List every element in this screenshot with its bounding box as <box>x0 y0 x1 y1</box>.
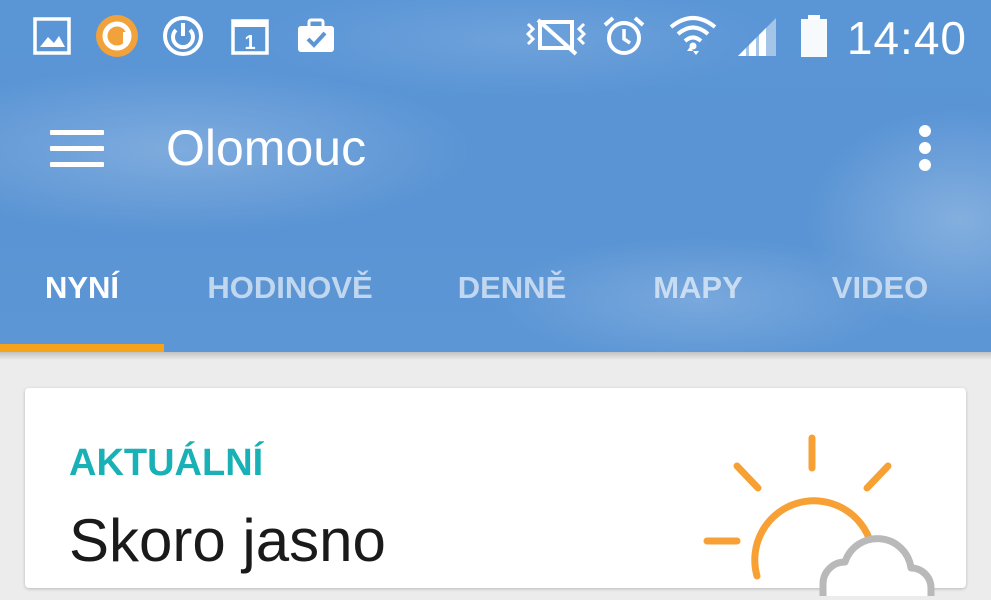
header-shadow <box>0 352 991 360</box>
calendar-day-text: 1 <box>244 32 255 54</box>
alarm-icon <box>602 14 646 58</box>
menu-button[interactable] <box>38 118 116 180</box>
vibrate-mute-icon <box>520 14 592 58</box>
briefcase-check-icon <box>294 14 338 58</box>
tab-hodinove[interactable]: HODINOVĚ <box>190 266 390 310</box>
wifi-icon <box>668 14 718 58</box>
status-time: 14:40 <box>846 12 967 64</box>
battery-icon <box>792 14 836 58</box>
current-label: AKTUÁLNÍ <box>69 442 264 484</box>
app-circle-icon <box>95 14 139 58</box>
tab-mapy[interactable]: MAPY <box>626 266 770 310</box>
status-bar: 1 14:40 <box>0 0 991 76</box>
signal-icon <box>734 14 778 58</box>
tab-nyni[interactable]: NYNÍ <box>0 266 164 310</box>
tab-denne[interactable]: DENNĚ <box>430 266 594 310</box>
power-sync-icon <box>161 14 205 58</box>
partly-sunny-icon <box>695 426 935 596</box>
location-title: Olomouc <box>166 120 367 176</box>
gallery-icon <box>30 14 74 58</box>
current-conditions-card[interactable]: AKTUÁLNÍ Skoro jasno <box>25 388 966 596</box>
overflow-menu-button[interactable] <box>900 116 950 180</box>
calendar-icon: 1 <box>228 14 272 58</box>
hamburger-icon <box>38 118 116 180</box>
tab-video[interactable]: VIDEO <box>800 266 960 310</box>
tab-indicator <box>0 344 164 352</box>
condition-description: Skoro jasno <box>69 507 386 574</box>
